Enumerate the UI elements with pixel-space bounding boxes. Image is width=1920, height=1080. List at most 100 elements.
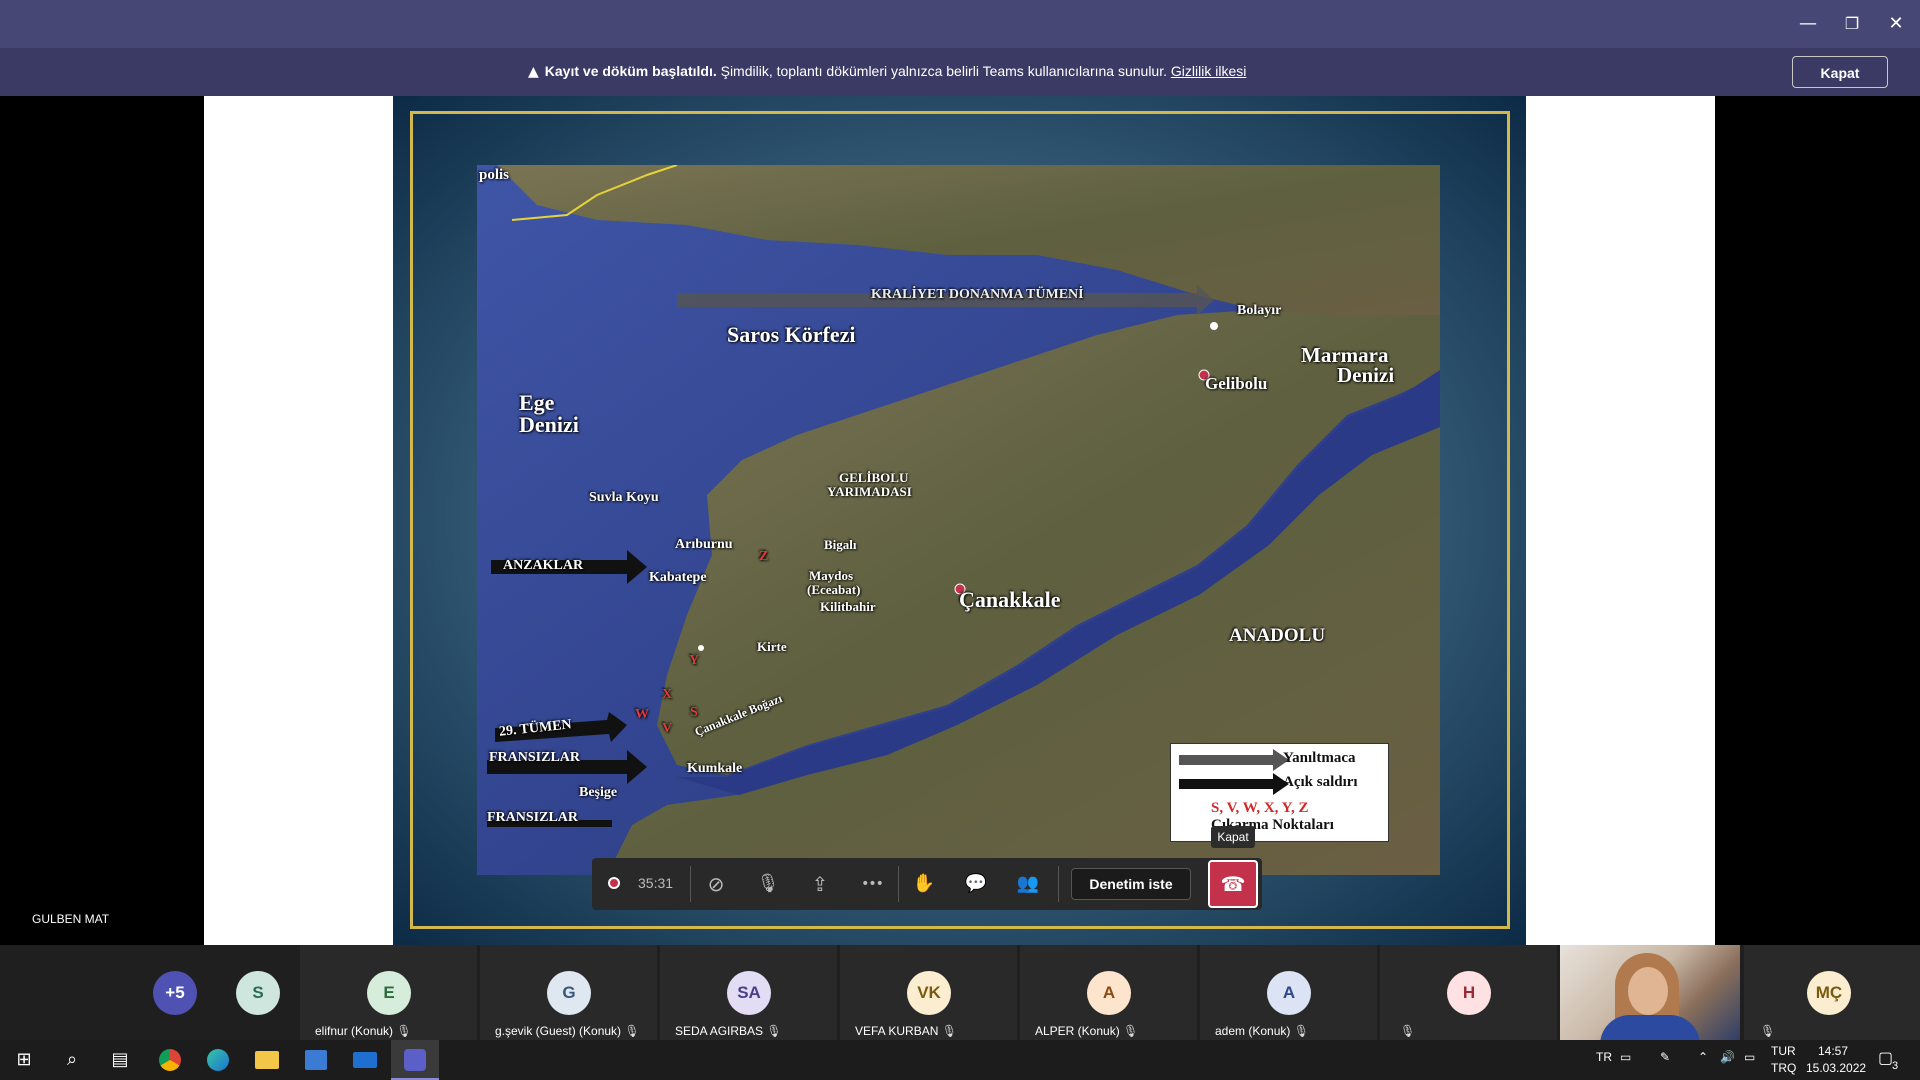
map-label-kilitbahir: Kilitbahir — [820, 599, 876, 614]
avatar-overflow[interactable]: +5 — [153, 971, 197, 1015]
hangup-tooltip: Kapat — [1211, 826, 1255, 848]
landing-z: Z — [759, 549, 769, 564]
map-label-gelibolu: Gelibolu — [1205, 374, 1268, 393]
avatar[interactable]: SA — [727, 971, 771, 1015]
notifications-icon[interactable]: ▢ — [1878, 1048, 1893, 1067]
landing-y: Y — [689, 653, 700, 668]
share-screen-icon[interactable]: ⇪ — [796, 858, 844, 910]
banner-bold-text: Kayıt ve döküm başlatıldı. — [544, 63, 717, 79]
chat-icon[interactable]: 💬 — [952, 858, 1000, 910]
mic-muted-icon: 🎙 — [396, 1024, 412, 1038]
map-label-ege-2: Denizi — [519, 412, 579, 437]
windows-taskbar: ⊞ ⌕ ▤ TR ▭ ✎ ⌃ 🔊 ▭ TUR TRQ 14:57 15.03.2… — [0, 1040, 1920, 1080]
avatar[interactable]: A — [1267, 971, 1311, 1015]
landing-w: W — [635, 707, 649, 722]
map-label-kraliyet: KRALİYET DONANMA TÜMENİ — [871, 287, 1084, 302]
legend-feint: Yanıltmaca — [1283, 750, 1356, 766]
avatar[interactable]: E — [367, 971, 411, 1015]
title-bar: — ❐ ✕ — [0, 0, 1920, 48]
pen-icon[interactable]: ✎ — [1660, 1050, 1670, 1064]
mic-muted-icon: 🎙 — [624, 1024, 640, 1038]
tray-language[interactable]: TR — [1596, 1050, 1612, 1064]
divider — [1058, 866, 1059, 902]
avatar[interactable]: G — [547, 971, 591, 1015]
close-window-button[interactable]: ✕ — [1882, 10, 1910, 38]
camera-off-icon[interactable]: ⊘ — [692, 858, 740, 910]
search-icon[interactable]: ⌕ — [48, 1040, 96, 1080]
mic-muted-icon: 🎙 — [1293, 1024, 1309, 1038]
raise-hand-icon[interactable]: ✋ — [900, 858, 948, 910]
more-options-icon[interactable]: ••• — [848, 858, 896, 910]
avatar[interactable]: MÇ — [1807, 971, 1851, 1015]
avatar[interactable]: A — [1087, 971, 1131, 1015]
keyboard-layout-2[interactable]: TRQ — [1771, 1061, 1796, 1075]
network-icon[interactable]: ▭ — [1744, 1050, 1755, 1064]
map-label-ariburnu: Arıburnu — [675, 537, 733, 552]
file-explorer-icon[interactable] — [243, 1040, 291, 1080]
task-view-icon[interactable]: ▤ — [96, 1040, 144, 1080]
participant-name: VEFA KURBAN 🎙 — [855, 1024, 957, 1038]
video-shirt — [1600, 1015, 1700, 1040]
divider — [690, 866, 691, 902]
map-label-apolis: polis — [479, 167, 510, 183]
chrome-icon[interactable] — [146, 1040, 194, 1080]
recording-banner: ▲ Kayıt ve döküm başlatıldı. Şimdilik, to… — [0, 48, 1920, 96]
chevron-up-icon[interactable]: ⌃ — [1698, 1050, 1708, 1064]
request-control-button[interactable]: Denetim iste — [1071, 868, 1191, 900]
participant-name: adem (Konuk) 🎙 — [1215, 1024, 1309, 1038]
warning-icon: ▲ — [528, 64, 539, 80]
mic-muted-icon: 🎙 — [941, 1024, 957, 1038]
legend-letters: S, V, W, X, Y, Z — [1211, 800, 1309, 816]
volume-icon[interactable]: 🔊 — [1720, 1050, 1735, 1064]
avatar[interactable]: VK — [907, 971, 951, 1015]
map-label-maydos-2: (Eceabat) — [807, 582, 861, 597]
map-label-fransizlar-2: FRANSIZLAR — [487, 810, 579, 825]
banner-close-button[interactable]: Kapat — [1792, 56, 1888, 88]
phone-hangup-icon: ☎ — [1220, 872, 1246, 896]
banner-message: ▲ Kayıt ve döküm başlatıldı. Şimdilik, to… — [528, 63, 1246, 80]
mic-muted-icon[interactable]: 🎙 — [744, 858, 792, 910]
map-label-marmara-2: Denizi — [1337, 363, 1395, 387]
avatar[interactable]: H — [1447, 971, 1491, 1015]
map-label-canakkale: Çanakkale — [959, 587, 1061, 612]
attack-arrow — [1179, 779, 1275, 789]
edge-icon[interactable] — [194, 1040, 242, 1080]
mic-muted-icon: 🎙 — [766, 1024, 782, 1038]
hangup-button[interactable]: ☎ — [1208, 860, 1258, 908]
map-label-bigali: Bigalı — [824, 537, 857, 552]
avatar[interactable]: S — [236, 971, 280, 1015]
participant-video[interactable] — [1560, 945, 1740, 1040]
map-label-kirte: Kirte — [757, 639, 787, 654]
map-label-anzaklar: ANZAKLAR — [503, 558, 584, 573]
legend-attack: Açık saldırı — [1283, 774, 1358, 790]
keyboard-icon[interactable]: ▭ — [1620, 1050, 1631, 1064]
windows-start-icon[interactable]: ⊞ — [0, 1040, 48, 1080]
notification-count: 3 — [1892, 1060, 1899, 1072]
participant-name: 🎙 — [1400, 1024, 1415, 1038]
mail-icon[interactable] — [341, 1040, 389, 1080]
participant-name: elifnur (Konuk) 🎙 — [315, 1024, 412, 1038]
recording-icon — [608, 877, 620, 889]
minimize-button[interactable]: — — [1794, 10, 1822, 38]
feint-arrow — [1179, 755, 1275, 765]
keyboard-layout-1[interactable]: TUR — [1771, 1044, 1796, 1058]
map-label-kumkale: Kumkale — [687, 761, 743, 776]
participants-icon[interactable]: 👥 — [1004, 858, 1052, 910]
landing-v: V — [662, 721, 673, 736]
store-icon[interactable] — [292, 1040, 340, 1080]
teams-icon[interactable] — [391, 1040, 439, 1080]
map-label-bolayir: Bolayır — [1237, 303, 1282, 318]
map-label-anadolu: ANADOLU — [1229, 625, 1326, 646]
call-controls: 35:31 ⊘ 🎙 ⇪ ••• ✋ 💬 👥 Denetim iste — [592, 858, 1262, 910]
mic-muted-icon: 🎙 — [1400, 1024, 1416, 1038]
map-label-kabatepe: Kabatepe — [649, 570, 707, 585]
restore-button[interactable]: ❐ — [1838, 10, 1866, 38]
speaker-name: GULBEN MAT — [32, 912, 110, 926]
clock-date[interactable]: 15.03.2022 — [1806, 1061, 1866, 1075]
banner-text: Şimdilik, toplantı dökümleri yalnızca be… — [716, 63, 1171, 79]
participant-name: 🎙 — [1760, 1024, 1775, 1038]
participant-name: ALPER (Konuk) 🎙 — [1035, 1024, 1139, 1038]
privacy-link[interactable]: Gizlilik ilkesi — [1171, 63, 1246, 79]
map-label-besige: Beşige — [579, 785, 618, 800]
clock-time[interactable]: 14:57 — [1818, 1044, 1848, 1058]
